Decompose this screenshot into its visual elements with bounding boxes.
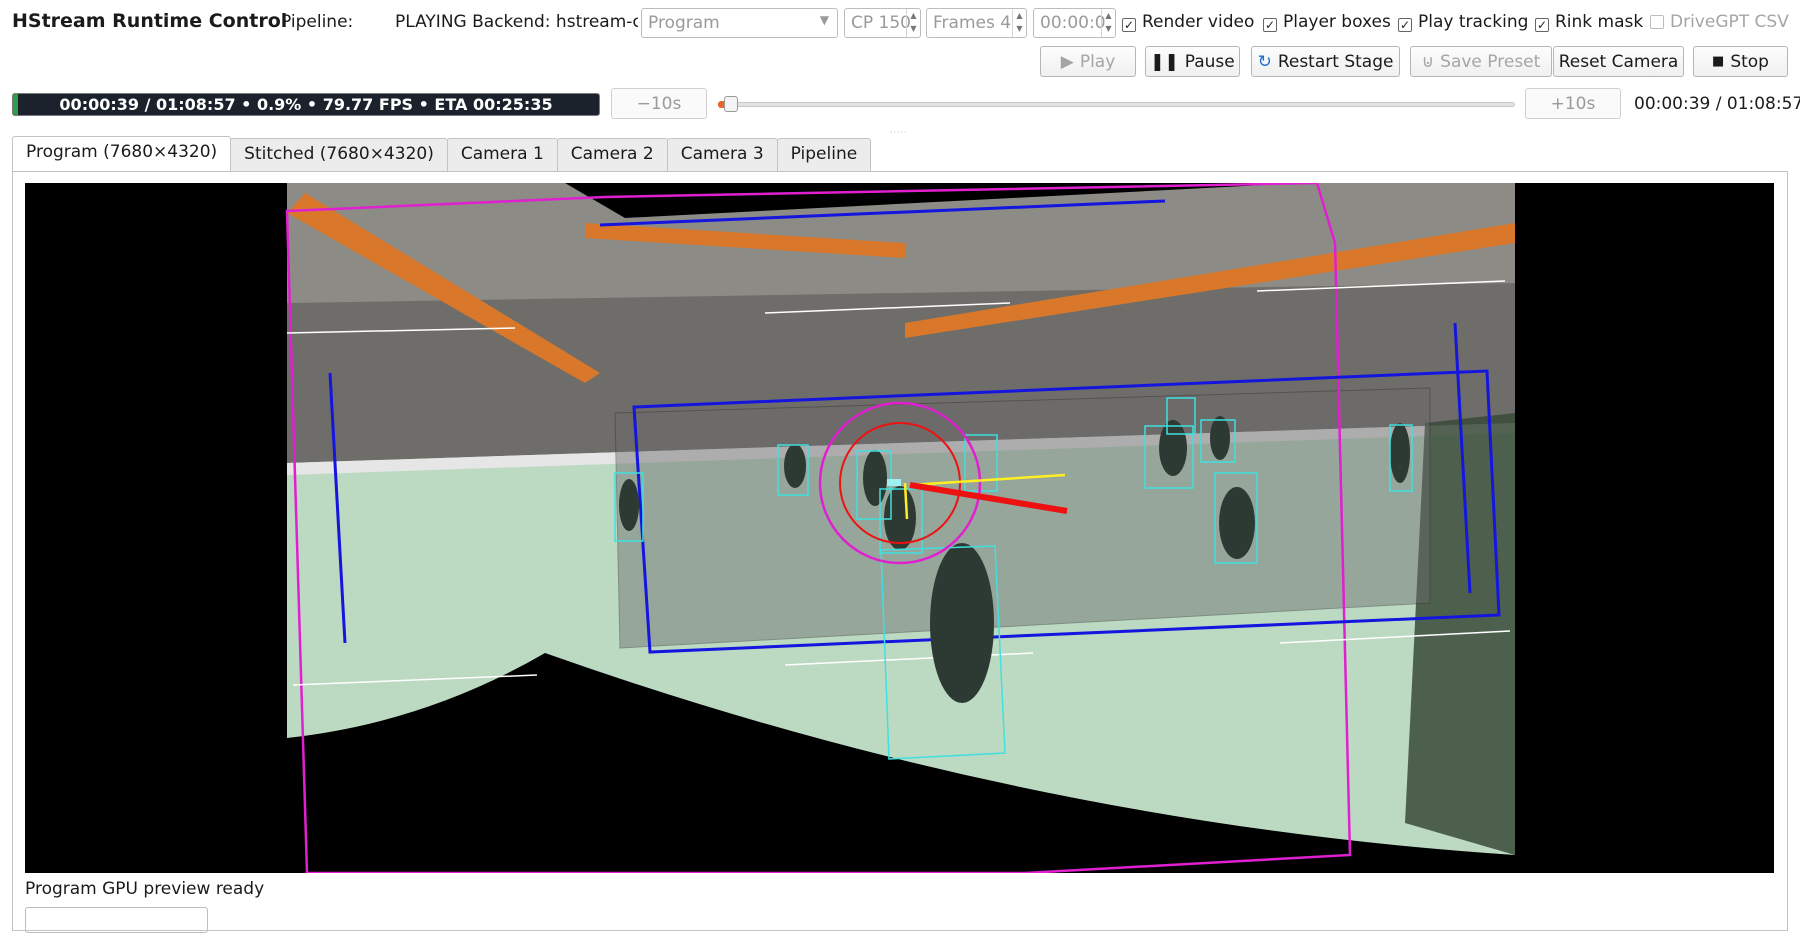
app-title: HStream Runtime Control: [12, 10, 288, 32]
rink-mask-label: Rink mask: [1555, 12, 1644, 32]
pipeline-label: Pipeline:: [281, 12, 354, 32]
time-spinbox[interactable]: 00:00:0 ▲ ▼: [1033, 8, 1116, 38]
play-button[interactable]: ▶ Play: [1040, 46, 1136, 77]
spin-arrows-icon[interactable]: ▲ ▼: [1101, 9, 1115, 37]
stop-button[interactable]: ■ Stop: [1693, 46, 1788, 77]
play-button-label: Play: [1079, 51, 1116, 72]
empty-checkbox-icon: [1650, 15, 1664, 29]
seek-back-button[interactable]: −10s: [611, 88, 707, 119]
seek-slider[interactable]: [720, 102, 1515, 107]
status-text: Program GPU preview ready: [25, 879, 265, 899]
view-tabs: Program (7680×4320) Stitched (7680×4320)…: [12, 136, 872, 171]
drivegpt-csv-checkbox[interactable]: DriveGPT CSV: [1650, 12, 1789, 32]
checkmark-icon: ✓: [1263, 18, 1277, 32]
save-preset-button[interactable]: ⊍ Save Preset: [1410, 46, 1552, 77]
tab-camera-1[interactable]: Camera 1: [446, 138, 558, 171]
tab-program[interactable]: Program (7680×4320): [12, 136, 232, 171]
tab-stitched[interactable]: Stitched (7680×4320): [230, 138, 448, 171]
seek-slider-handle[interactable]: [724, 96, 739, 112]
tab-pipeline[interactable]: Pipeline: [776, 138, 872, 171]
reset-camera-button[interactable]: Reset Camera: [1553, 46, 1684, 77]
view-select-value: Program: [648, 13, 720, 33]
stop-button-label: Stop: [1730, 51, 1769, 72]
processing-progress-bar: 00:00:39 / 01:08:57 • 0.9% • 79.77 FPS •…: [12, 93, 600, 116]
time-spinbox-value: 00:00:0: [1040, 13, 1106, 33]
tracking-center-marker: [887, 479, 901, 486]
rink-mask-checkbox[interactable]: ✓ Rink mask: [1535, 12, 1643, 32]
play-tracking-label: Play tracking: [1418, 12, 1529, 32]
frames-spinbox-value: Frames 4: [933, 13, 1012, 33]
drivegpt-csv-label: DriveGPT CSV: [1670, 12, 1789, 32]
restart-stage-label: Restart Stage: [1277, 51, 1394, 72]
bottom-control[interactable]: [25, 907, 208, 933]
render-video-label: Render video: [1142, 12, 1255, 32]
player-boxes-checkbox[interactable]: ✓ Player boxes: [1263, 12, 1391, 32]
stop-square-icon: ■: [1712, 54, 1725, 69]
progress-text: 00:00:39 / 01:08:57 • 0.9% • 79.77 FPS •…: [59, 95, 553, 114]
cp-spinbox[interactable]: CP 150 ▲ ▼: [844, 8, 921, 38]
checkmark-icon: ✓: [1398, 18, 1412, 32]
tracking-region: [614, 387, 1431, 649]
video-frame: [285, 183, 1515, 873]
cp-spinbox-value: CP 150: [851, 13, 911, 33]
view-select[interactable]: Program ▼: [641, 8, 838, 38]
splitter-grip-icon[interactable]: ·····: [890, 128, 908, 137]
chevron-down-icon: ▼: [819, 13, 829, 27]
seek-forward-button[interactable]: +10s: [1525, 88, 1621, 119]
checkmark-icon: ✓: [1122, 18, 1136, 32]
program-video-preview[interactable]: [25, 183, 1774, 873]
frames-spinbox[interactable]: Frames 4 ▲ ▼: [926, 8, 1027, 38]
time-readout: 00:00:39 / 01:08:57: [1634, 94, 1800, 114]
reset-camera-label: Reset Camera: [1558, 51, 1679, 72]
pause-button[interactable]: ❚❚ Pause: [1145, 46, 1240, 77]
pause-button-label: Pause: [1184, 51, 1235, 72]
tab-camera-2[interactable]: Camera 2: [556, 138, 668, 171]
pause-bars-icon: ❚❚: [1150, 51, 1179, 72]
play-tracking-checkbox[interactable]: ✓ Play tracking: [1398, 12, 1528, 32]
restart-stage-button[interactable]: ↻ Restart Stage: [1251, 46, 1400, 77]
render-video-checkbox[interactable]: ✓ Render video: [1122, 12, 1254, 32]
tab-camera-3[interactable]: Camera 3: [666, 138, 778, 171]
microphone-save-icon: ⊍: [1421, 51, 1435, 72]
pipeline-status: PLAYING Backend: hstream-cli: [395, 12, 638, 32]
player-boxes-label: Player boxes: [1283, 12, 1391, 32]
checkmark-icon: ✓: [1535, 18, 1549, 32]
spin-arrows-icon[interactable]: ▲ ▼: [906, 9, 920, 37]
save-preset-label: Save Preset: [1440, 51, 1541, 72]
spin-arrows-icon[interactable]: ▲ ▼: [1012, 9, 1026, 37]
refresh-icon: ↻: [1257, 51, 1272, 72]
play-triangle-icon: ▶: [1060, 51, 1074, 72]
